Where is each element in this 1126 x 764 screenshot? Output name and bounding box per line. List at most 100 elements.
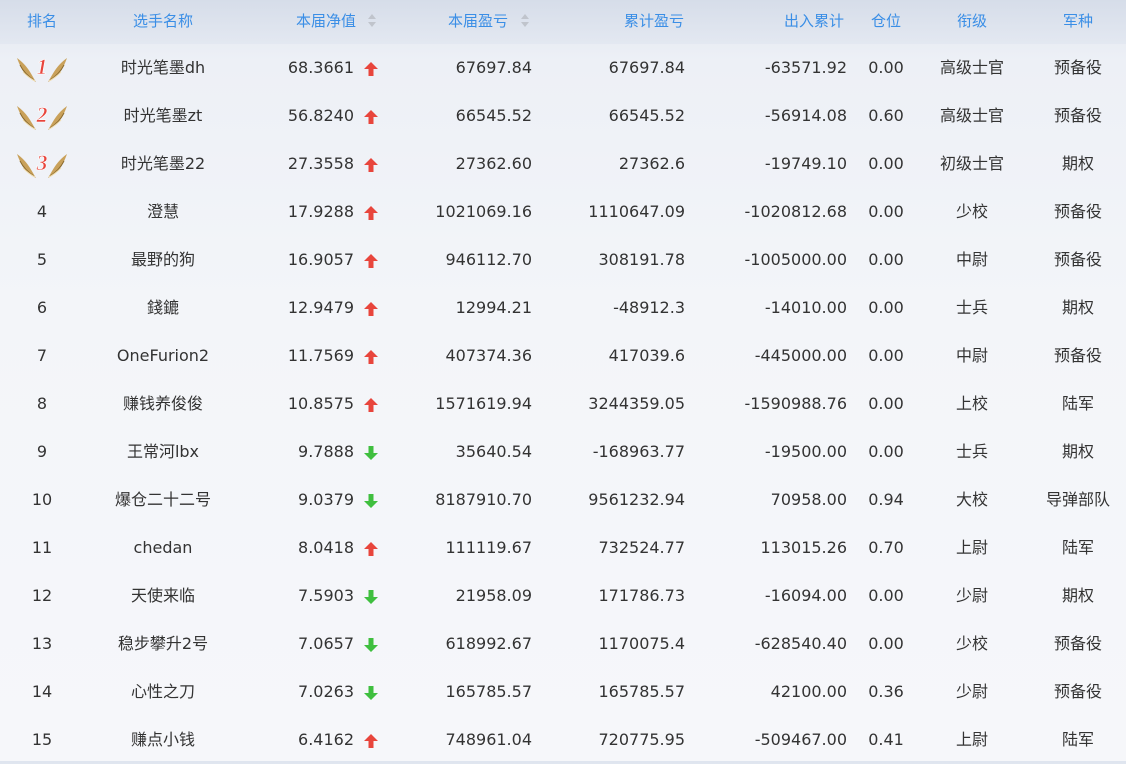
- total-pnl: 165785.57: [598, 682, 685, 701]
- total-pnl: 720775.95: [598, 730, 685, 749]
- header-rank[interactable]: 排名: [0, 0, 84, 44]
- season-pnl: 748961.04: [445, 730, 532, 749]
- header-inout-total[interactable]: 出入累计: [720, 0, 844, 44]
- service-branch: 预备役: [1053, 58, 1102, 77]
- rank-title: 中尉: [955, 250, 988, 269]
- table-row[interactable]: 13 稳步攀升2号 7.0657 618992.67 1170075.4 -628540.…: [0, 620, 1126, 668]
- position-value: 0.60: [868, 106, 904, 125]
- table-row[interactable]: 11 chedan 8.0418 111119.67 732524.77 113015.2…: [0, 524, 1126, 572]
- season-pnl: 111119.67: [445, 538, 532, 557]
- net-value: 11.7569: [287, 346, 354, 365]
- rank-cell: 13: [31, 634, 53, 653]
- player-name: 赚钱养俊俊: [122, 394, 203, 413]
- position-value: 0.00: [868, 634, 904, 653]
- rank-cell: 10: [31, 490, 53, 509]
- sort-season-pnl-icon[interactable]: [521, 14, 529, 28]
- table-row[interactable]: 4 澄慧 17.9288 1021069.16 1110647.09 -1020812.6…: [0, 188, 1126, 236]
- rank-cell: 8: [36, 394, 48, 413]
- player-name: 时光笔墨22: [120, 154, 206, 173]
- rank-cell: 6: [36, 298, 48, 317]
- position-value: 0.70: [868, 538, 904, 557]
- net-value: 17.9288: [287, 202, 354, 221]
- rank-title: 上尉: [955, 538, 988, 557]
- table-row[interactable]: 3 时光笔墨22 27.3558 27362.60 27362.6 -19749.10 0.…: [0, 140, 1126, 188]
- table-row[interactable]: 10 爆仓二十二号 9.0379 8187910.70 9561232.94 70958.…: [0, 476, 1126, 524]
- header-net-value[interactable]: 本届净值: [250, 0, 356, 44]
- position-value: 0.41: [868, 730, 904, 749]
- net-value: 9.7888: [298, 442, 354, 461]
- table-row[interactable]: 2 时光笔墨zt 56.8240 66545.52 66545.52 -56914.08 0…: [0, 92, 1126, 140]
- rank-title: 少尉: [955, 682, 988, 701]
- position-value: 0.00: [868, 586, 904, 605]
- table-row[interactable]: 1 时光笔墨dh 68.3661 67697.84 67697.84 -63571.92 0…: [0, 44, 1126, 92]
- position-value: 0.00: [868, 58, 904, 77]
- service-branch: 预备役: [1053, 346, 1102, 365]
- inout-total: -1020812.68: [744, 202, 847, 221]
- total-pnl: -48912.3: [613, 298, 685, 317]
- player-name: 天使来临: [130, 586, 195, 605]
- trend-up-arrow-icon: [364, 301, 378, 316]
- inout-total: -56914.08: [764, 106, 847, 125]
- trend-up-arrow-icon: [364, 253, 378, 268]
- net-value: 27.3558: [287, 154, 354, 173]
- trend-up-arrow-icon: [364, 109, 378, 124]
- header-title[interactable]: 衔级: [922, 0, 1022, 44]
- net-value: 7.0263: [298, 682, 354, 701]
- service-branch: 预备役: [1053, 634, 1102, 653]
- table-row[interactable]: 9 王常河lbx 9.7888 35640.54 -168963.77 -19500.00…: [0, 428, 1126, 476]
- net-value: 9.0379: [298, 490, 354, 509]
- season-pnl: 407374.36: [445, 346, 532, 365]
- inout-total: 113015.26: [760, 538, 847, 557]
- header-total-pnl[interactable]: 累计盈亏: [560, 0, 684, 44]
- inout-total: -445000.00: [754, 346, 847, 365]
- net-value: 7.0657: [298, 634, 354, 653]
- player-name: 爆仓二十二号: [114, 490, 211, 509]
- net-value: 16.9057: [287, 250, 354, 269]
- total-pnl: 1110647.09: [588, 202, 685, 221]
- rank-cell: 9: [36, 442, 48, 461]
- table-row[interactable]: 15 赚点小钱 6.4162 748961.04 720775.95 -509467.00…: [0, 716, 1126, 764]
- position-value: 0.94: [868, 490, 904, 509]
- trend-down-arrow-icon: [364, 637, 378, 652]
- sort-net-value-icon[interactable]: [368, 14, 376, 28]
- total-pnl: 1170075.4: [598, 634, 685, 653]
- player-name: chedan: [133, 538, 193, 557]
- rank-cell: 5: [36, 250, 48, 269]
- table-row[interactable]: 6 錢鏕 12.9479 12994.21 -48912.3 -14010.00 0.00 士…: [0, 284, 1126, 332]
- player-name: 王常河lbx: [126, 442, 200, 461]
- rank-title: 士兵: [955, 442, 988, 461]
- player-name: OneFurion2: [116, 346, 210, 365]
- total-pnl: 67697.84: [608, 58, 685, 77]
- trend-up-arrow-icon: [364, 541, 378, 556]
- season-pnl: 27362.60: [455, 154, 532, 173]
- total-pnl: 9561232.94: [588, 490, 685, 509]
- inout-total: -1590988.76: [744, 394, 847, 413]
- position-value: 0.00: [868, 202, 904, 221]
- inout-total: -14010.00: [764, 298, 847, 317]
- rank-title: 上尉: [955, 730, 988, 749]
- rank-cell: 7: [36, 346, 48, 365]
- service-branch: 预备役: [1053, 250, 1102, 269]
- rank-medal-icon: 1: [14, 48, 70, 88]
- header-name[interactable]: 选手名称: [86, 0, 240, 44]
- inout-total: 42100.00: [770, 682, 847, 701]
- service-branch: 导弹部队: [1045, 490, 1110, 509]
- table-row[interactable]: 8 赚钱养俊俊 10.8575 1571619.94 3244359.05 -159098…: [0, 380, 1126, 428]
- rank-title: 少尉: [955, 586, 988, 605]
- service-branch: 预备役: [1053, 202, 1102, 221]
- table-row[interactable]: 12 天使来临 7.5903 21958.09 171786.73 -16094.00 0.…: [0, 572, 1126, 620]
- rank-title: 初级士官: [939, 154, 1004, 173]
- header-position[interactable]: 仓位: [858, 0, 914, 44]
- total-pnl: 417039.6: [608, 346, 685, 365]
- table-row[interactable]: 14 心性之刀 7.0263 165785.57 165785.57 42100.00 0.…: [0, 668, 1126, 716]
- table-row[interactable]: 7 OneFurion2 11.7569 407374.36 417039.6 -4450…: [0, 332, 1126, 380]
- total-pnl: 66545.52: [608, 106, 685, 125]
- header-season-pnl[interactable]: 本届盈亏: [400, 0, 508, 44]
- rank-title: 少校: [955, 634, 988, 653]
- player-name: 时光笔墨zt: [123, 106, 203, 125]
- player-name: 稳步攀升2号: [117, 634, 209, 653]
- header-branch[interactable]: 军种: [1030, 0, 1126, 44]
- trend-down-arrow-icon: [364, 685, 378, 700]
- table-row[interactable]: 5 最野的狗 16.9057 946112.70 308191.78 -1005000.0…: [0, 236, 1126, 284]
- player-name: 最野的狗: [130, 250, 195, 269]
